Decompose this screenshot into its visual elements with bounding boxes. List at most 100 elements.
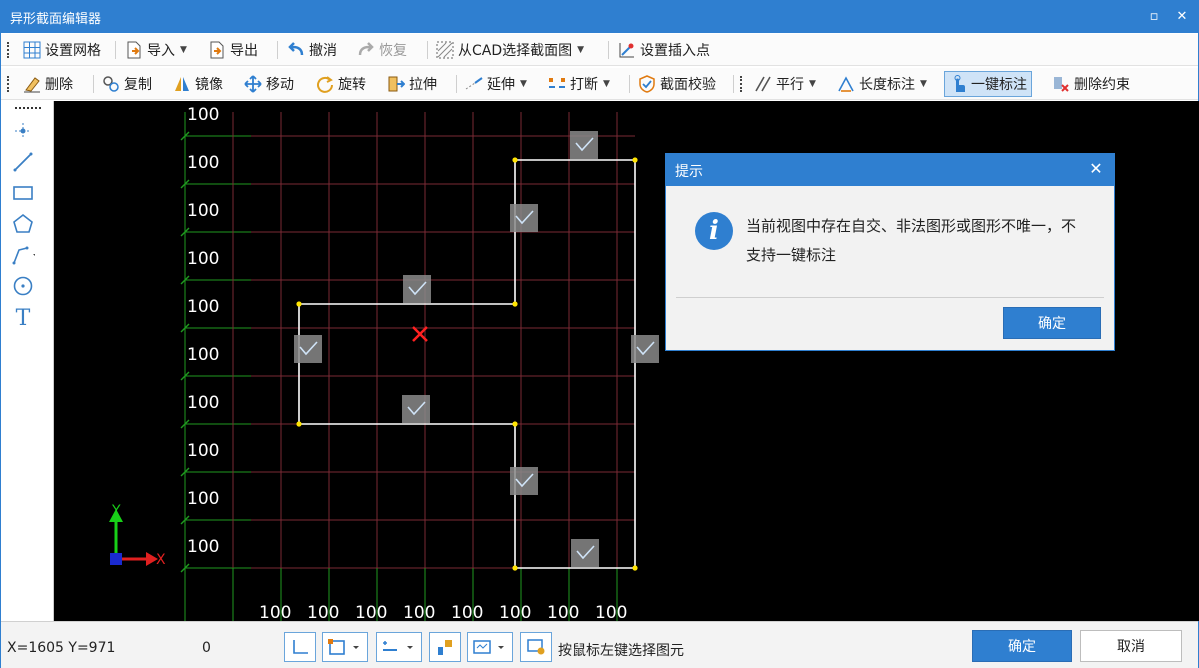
- from-cad-button[interactable]: 从CAD选择截面图 ▼: [436, 39, 584, 61]
- break-button[interactable]: 打断 ▼: [548, 73, 610, 95]
- ortho-toggle[interactable]: [284, 632, 316, 662]
- chevron-down-icon[interactable]: ▼: [520, 79, 527, 89]
- row-label: 100: [187, 297, 219, 317]
- close-button[interactable]: ✕: [1171, 6, 1193, 28]
- row-label: 100: [187, 393, 219, 413]
- axis-indicator: Y X: [109, 503, 166, 568]
- vertex-point[interactable]: [296, 301, 302, 307]
- import-icon: [125, 41, 143, 59]
- chevron-down-icon[interactable]: ▼: [180, 45, 187, 55]
- auto-dimension-label: 一键标注: [971, 77, 1027, 93]
- mirror-button[interactable]: 镜像: [173, 73, 223, 95]
- dimension-marker[interactable]: [403, 275, 431, 303]
- dialog-message: 当前视图中存在自交、非法图形或图形不唯一，不支持一键标注: [746, 217, 1077, 264]
- rectangle-tool-icon[interactable]: [11, 181, 35, 205]
- polar-toggle[interactable]: [429, 632, 461, 662]
- rotate-label: 旋转: [338, 77, 366, 93]
- dimension-marker[interactable]: [631, 335, 659, 363]
- text-tool-icon[interactable]: T: [11, 306, 35, 331]
- panel-grip[interactable]: [15, 107, 41, 109]
- axis-y-label: Y: [111, 503, 121, 519]
- dialog-ok-button[interactable]: 确定: [1003, 307, 1101, 339]
- set-grid-label: 设置网格: [45, 43, 101, 59]
- ok-button[interactable]: 确定: [972, 630, 1072, 662]
- draw-tools-panel: T: [1, 101, 54, 621]
- vertex-point[interactable]: [632, 565, 638, 571]
- vertex-point[interactable]: [512, 421, 518, 427]
- vertex-point[interactable]: [632, 157, 638, 163]
- dimension-marker[interactable]: [571, 539, 599, 567]
- polygon-tool-icon[interactable]: [11, 212, 35, 236]
- dialog-close-button[interactable]: ✕: [1086, 159, 1106, 179]
- display-toggle[interactable]: [467, 632, 513, 662]
- vertex-point[interactable]: [512, 157, 518, 163]
- ortho-icon: [293, 640, 308, 654]
- dimension-marker[interactable]: [510, 204, 538, 232]
- redo-button[interactable]: 恢复: [357, 39, 407, 61]
- redo-icon: [357, 41, 375, 59]
- section-editor-window: 异形截面编辑器 ▫ ✕ 设置网格 导入 ▼ 导出 撤消 恢复 从CAD选择截面图…: [0, 0, 1199, 668]
- grid-icon: [23, 41, 41, 59]
- hint-icon: [527, 639, 545, 655]
- length-dimension-label: 长度标注: [859, 77, 915, 93]
- import-button[interactable]: 导入 ▼: [125, 39, 187, 61]
- length-dimension-button[interactable]: 长度标注 ▼: [837, 73, 927, 95]
- chevron-down-icon[interactable]: ▼: [603, 79, 610, 89]
- cancel-button[interactable]: 取消: [1080, 630, 1182, 662]
- delete-button[interactable]: 删除: [23, 73, 73, 95]
- chevron-down-icon[interactable]: ▼: [809, 79, 816, 89]
- polyline-tool-icon[interactable]: [11, 243, 35, 267]
- vertex-point[interactable]: [296, 421, 302, 427]
- row-label: 100: [187, 105, 219, 125]
- vertex-markers[interactable]: [296, 157, 638, 571]
- section-shape[interactable]: [298, 159, 636, 569]
- circle-tool-icon[interactable]: [11, 274, 35, 298]
- parallel-button[interactable]: 平行 ▼: [754, 73, 816, 95]
- set-grid-button[interactable]: 设置网格: [23, 39, 101, 61]
- line-tool-icon[interactable]: [11, 150, 35, 174]
- column-label: 100: [355, 603, 387, 621]
- dimension-marker[interactable]: [402, 395, 430, 423]
- section-check-label: 截面校验: [660, 77, 716, 93]
- stretch-button[interactable]: 拉伸: [387, 73, 437, 95]
- vertex-point[interactable]: [512, 301, 518, 307]
- vertex-point[interactable]: [512, 565, 518, 571]
- chevron-down-icon[interactable]: ▼: [920, 79, 927, 89]
- delete-label: 删除: [45, 77, 73, 93]
- cad-select-icon: [436, 41, 454, 59]
- export-icon: [208, 41, 226, 59]
- snap-toggle[interactable]: [322, 632, 368, 662]
- row-label: 100: [187, 201, 219, 221]
- toolbar-grip[interactable]: [740, 76, 742, 92]
- set-insert-point-button[interactable]: 设置插入点: [618, 39, 710, 61]
- point-tool-icon[interactable]: [11, 119, 35, 143]
- chevron-down-icon[interactable]: ▼: [577, 45, 584, 55]
- restore-button[interactable]: ▫: [1143, 6, 1165, 28]
- extend-button[interactable]: 延伸 ▼: [465, 73, 527, 95]
- row-label: 100: [187, 489, 219, 509]
- toolbar-grip[interactable]: [7, 42, 9, 58]
- toolbar-grip[interactable]: [7, 76, 9, 92]
- delete-constraint-button[interactable]: 删除约束: [1052, 73, 1130, 95]
- mirror-label: 镜像: [195, 77, 223, 93]
- parallel-label: 平行: [776, 77, 804, 93]
- section-check-button[interactable]: 截面校验: [638, 73, 716, 95]
- dimension-marker[interactable]: [294, 335, 322, 363]
- status-value: 0: [202, 640, 211, 656]
- dimension-markers[interactable]: [294, 131, 659, 567]
- move-button[interactable]: 移动: [244, 73, 294, 95]
- dimension-marker[interactable]: [510, 467, 538, 495]
- rotate-button[interactable]: 旋转: [316, 73, 366, 95]
- column-label: 100: [499, 603, 531, 621]
- row-label: 100: [187, 345, 219, 365]
- column-label: 100: [403, 603, 435, 621]
- dimension-marker[interactable]: [570, 131, 598, 159]
- export-button[interactable]: 导出: [208, 39, 258, 61]
- undo-button[interactable]: 撤消: [287, 39, 337, 61]
- column-label: 100: [547, 603, 579, 621]
- hint-toggle[interactable]: [520, 632, 552, 662]
- copy-button[interactable]: 复制: [102, 73, 152, 95]
- row-label: 100: [187, 441, 219, 461]
- auto-dimension-button[interactable]: 一键标注: [944, 71, 1032, 97]
- grid-snap-toggle[interactable]: [376, 632, 422, 662]
